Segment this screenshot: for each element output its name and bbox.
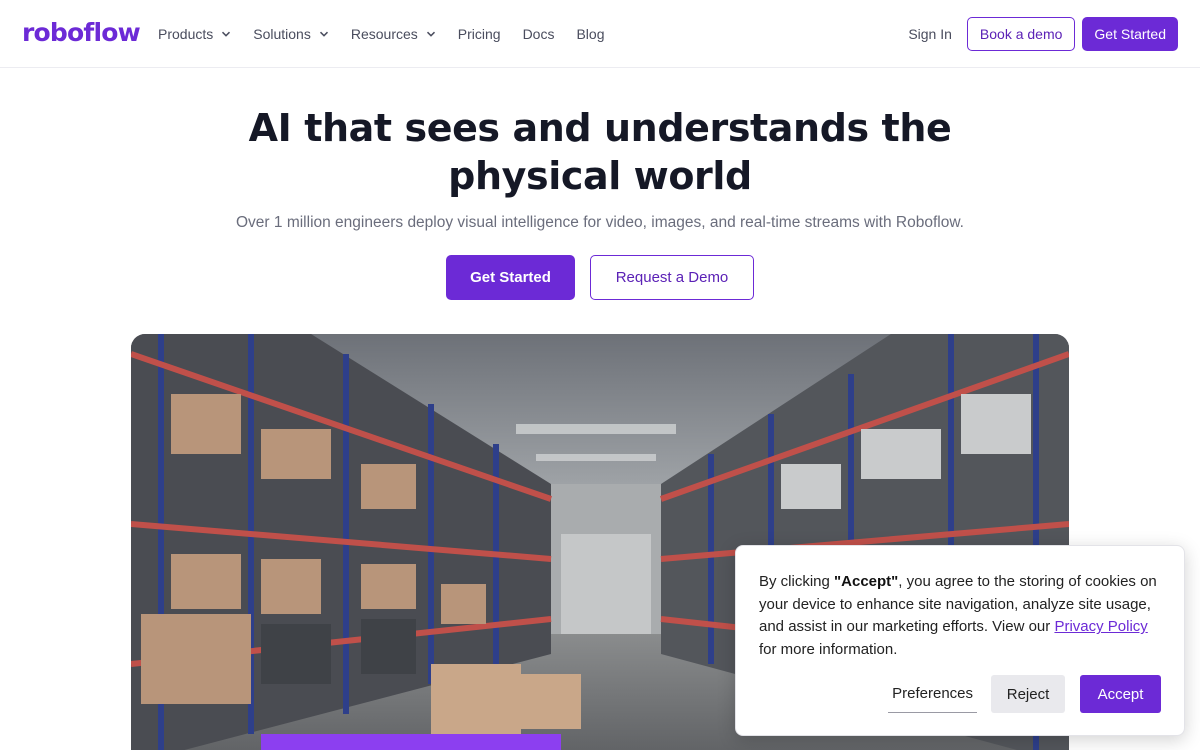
nav-docs[interactable]: Docs: [523, 26, 555, 42]
cookie-text-start: By clicking: [759, 573, 835, 590]
cookie-accept-button[interactable]: Accept: [1080, 675, 1161, 713]
nav-products-label: Products: [158, 26, 214, 42]
cookie-actions: Preferences Reject Accept: [888, 675, 1161, 713]
cookie-banner: By clicking "Accept", you agree to the s…: [735, 545, 1185, 736]
nav-products[interactable]: Products: [158, 26, 231, 42]
chevron-down-icon: [426, 31, 435, 37]
book-demo-button[interactable]: Book a demo: [966, 17, 1076, 51]
hero-title-line-1: AI that sees and understands the: [248, 106, 952, 150]
nav-links: Products Solutions Resources Pricing Doc…: [158, 24, 627, 44]
cookie-text-end: for more information.: [759, 640, 898, 658]
nav-actions: Sign In Book a demo Get Started: [908, 17, 1178, 51]
sign-in-link[interactable]: Sign In: [908, 26, 952, 42]
chevron-down-icon: [222, 31, 231, 37]
cookie-reject-button[interactable]: Reject: [991, 675, 1065, 713]
cookie-message: By clicking "Accept", you agree to the s…: [759, 571, 1169, 661]
hero-title: AI that sees and understands the physica…: [0, 104, 1200, 200]
chevron-down-icon: [319, 31, 328, 37]
roboflow-logo[interactable]: roboflow: [22, 18, 141, 47]
privacy-policy-link[interactable]: Privacy Policy: [1054, 618, 1147, 635]
cookie-preferences-button[interactable]: Preferences: [888, 675, 977, 713]
nav-blog[interactable]: Blog: [576, 26, 604, 42]
hero-cta-group: Get Started Request a Demo: [0, 255, 1200, 300]
nav-resources-label: Resources: [350, 26, 418, 42]
request-demo-button[interactable]: Request a Demo: [590, 255, 754, 300]
nav-get-started-button[interactable]: Get Started: [1082, 17, 1178, 51]
nav-solutions[interactable]: Solutions: [253, 26, 329, 42]
nav-resources[interactable]: Resources: [351, 26, 436, 42]
nav-solutions-label: Solutions: [253, 26, 311, 42]
hero-get-started-button[interactable]: Get Started: [446, 255, 575, 300]
hero-subtitle: Over 1 million engineers deploy visual i…: [236, 214, 964, 231]
cookie-accept-quote: "Accept": [834, 573, 899, 590]
top-nav: roboflow Products Solutions Resources Pr…: [0, 0, 1200, 68]
nav-pricing[interactable]: Pricing: [458, 26, 501, 42]
hero-title-line-2: physical world: [448, 154, 752, 198]
